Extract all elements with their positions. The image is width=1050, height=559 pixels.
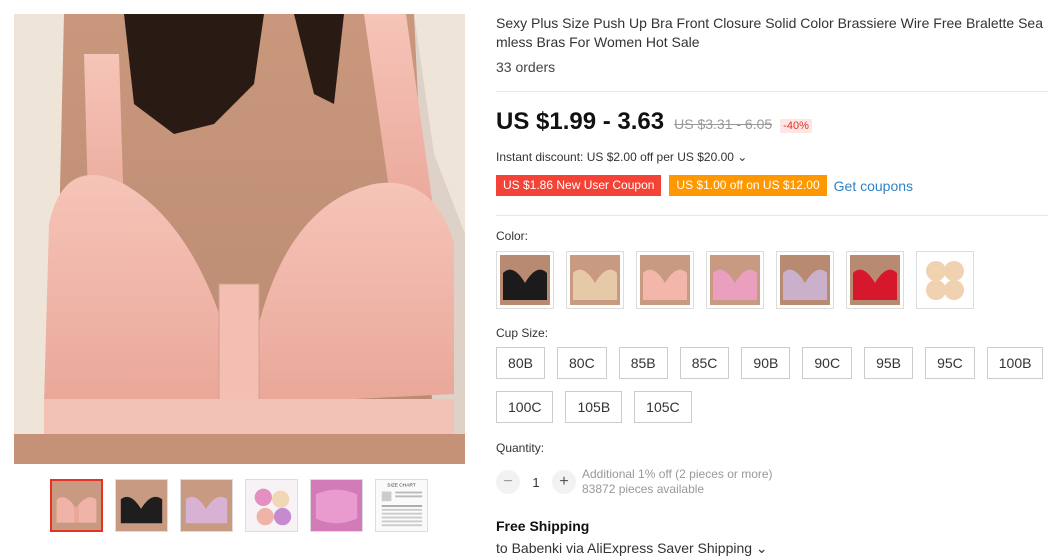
thumbnail-detail[interactable] — [310, 479, 363, 532]
thumbnail-purple[interactable] — [180, 479, 233, 532]
cup-size-options: 80B 80C 85B 85C 90B 90C 95B 95C 100B 100… — [496, 347, 1048, 423]
size-option[interactable]: 100B — [986, 347, 1044, 379]
size-option[interactable]: 85C — [679, 347, 730, 379]
size-option[interactable]: 105B — [565, 391, 623, 423]
main-product-image[interactable] — [14, 14, 465, 464]
color-swatch-red[interactable] — [846, 251, 904, 309]
cup-size-label: Cup Size: — [496, 326, 549, 340]
quantity-plus-button[interactable]: + — [552, 470, 576, 494]
color-swatch-nipple-cover[interactable] — [916, 251, 974, 309]
color-swatch-rose[interactable] — [706, 251, 764, 309]
thumbnail-size-chart[interactable]: SIZE CHART — [375, 479, 428, 532]
size-option[interactable]: 90C — [802, 347, 853, 379]
quantity-minus-button[interactable]: − — [496, 470, 520, 494]
current-price: US $1.99 - 3.63 — [496, 108, 665, 135]
divider — [496, 91, 1048, 92]
bulk-discount-note: Additional 1% off (2 pieces or more) — [582, 467, 773, 481]
thumbnail-black[interactable] — [115, 479, 168, 532]
coupon-row: US $1.86 New User Coupon US $1.00 off on… — [496, 175, 913, 196]
discount-badge: -40% — [780, 119, 812, 133]
divider — [496, 215, 1048, 216]
product-title: Sexy Plus Size Push Up Bra Front Closure… — [496, 15, 1043, 50]
stock-available: 83872 pieces available — [582, 482, 705, 496]
quantity-info: Additional 1% off (2 pieces or more) 838… — [582, 467, 773, 497]
price-row: US $1.99 - 3.63 US $3.31 - 6.05 -40% — [496, 108, 812, 136]
thumbnail-colors[interactable] — [245, 479, 298, 532]
size-option[interactable]: 95B — [864, 347, 914, 379]
color-swatch-pink[interactable] — [636, 251, 694, 309]
size-option[interactable]: 100C — [496, 391, 554, 423]
size-option[interactable]: 80B — [496, 347, 545, 379]
color-swatch-black[interactable] — [496, 251, 554, 309]
original-price: US $3.31 - 6.05 — [674, 116, 773, 132]
quantity-label: Quantity: — [496, 441, 545, 455]
size-chart-label: SIZE CHART — [387, 483, 415, 489]
color-options — [496, 251, 974, 309]
shipping-title: Free Shipping — [496, 518, 590, 534]
instant-discount[interactable]: Instant discount: US $2.00 off per US $2… — [496, 150, 747, 164]
size-option[interactable]: 80C — [557, 347, 607, 379]
color-swatch-beige[interactable] — [566, 251, 624, 309]
size-option[interactable]: 105C — [634, 391, 692, 423]
quantity-input[interactable]: 1 — [520, 475, 552, 490]
size-option[interactable]: 90B — [741, 347, 791, 379]
size-option[interactable]: 95C — [925, 347, 975, 379]
color-swatch-purple[interactable] — [776, 251, 834, 309]
shipping-destination[interactable]: to Babenki via AliExpress Saver Shipping… — [496, 540, 768, 557]
product-info: Sexy Plus Size Push Up Bra Front Closure… — [496, 14, 1046, 75]
get-coupons-link[interactable]: Get coupons — [834, 178, 913, 194]
color-label: Color: — [496, 229, 529, 243]
size-option[interactable]: 85B — [618, 347, 668, 379]
quantity-stepper: − 1 + Additional 1% off (2 pieces or mor… — [496, 467, 773, 497]
store-coupon[interactable]: US $1.00 off on US $12.00 — [669, 175, 827, 196]
thumbnail-strip: SIZE CHART — [50, 479, 428, 532]
new-user-coupon[interactable]: US $1.86 New User Coupon — [496, 175, 662, 196]
order-count: 33 orders — [496, 59, 556, 75]
thumbnail-pink[interactable] — [50, 479, 103, 532]
